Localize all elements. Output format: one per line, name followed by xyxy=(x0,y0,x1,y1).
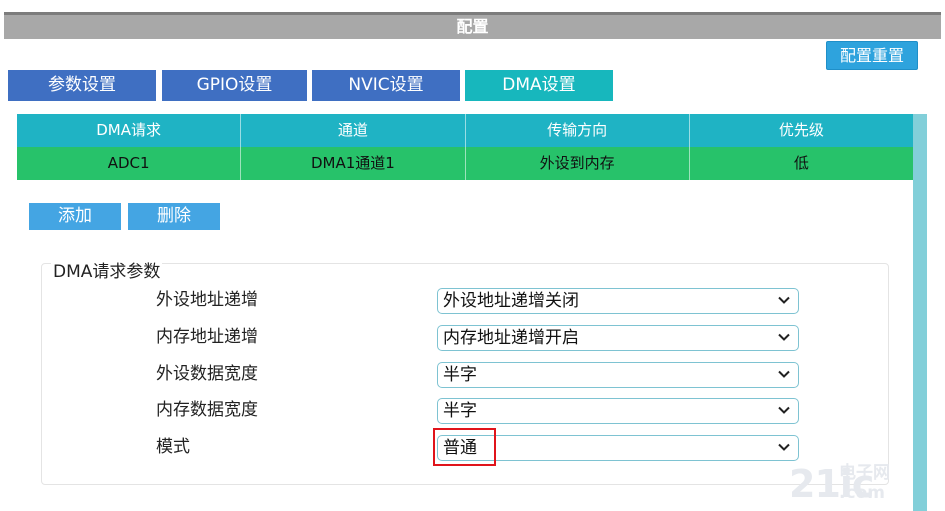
delete-button[interactable]: 删除 xyxy=(128,203,220,230)
column-header-dma-request: DMA请求 xyxy=(17,114,242,147)
watermark-logo-text-top: 电子网 xyxy=(839,463,890,483)
add-button[interactable]: 添加 xyxy=(29,203,121,230)
tab-gpio-settings[interactable]: GPIO设置 xyxy=(162,70,307,101)
tab-nvic-settings[interactable]: NVIC设置 xyxy=(312,70,460,101)
mem-inc-value: 内存地址递增开启 xyxy=(443,328,579,348)
mode-select[interactable]: 普通 xyxy=(437,435,799,461)
mem-width-select[interactable]: 半字 xyxy=(437,398,799,424)
field-label-mode: 模式 xyxy=(156,437,190,457)
mem-inc-select[interactable]: 内存地址递增开启 xyxy=(437,325,799,351)
tab-dma-settings[interactable]: DMA设置 xyxy=(465,70,613,101)
column-header-channel: 通道 xyxy=(241,114,466,147)
field-label-periph-width: 外设数据宽度 xyxy=(156,364,258,384)
cell-priority: 低 xyxy=(793,154,809,172)
column-header-direction: 传输方向 xyxy=(466,114,690,147)
vertical-scrollbar[interactable] xyxy=(913,114,927,511)
mem-width-value: 半字 xyxy=(443,401,477,421)
dma-config-window: 配置 配置重置 参数设置 GPIO设置 NVIC设置 DMA设置 DMA请求 通… xyxy=(0,0,945,511)
periph-inc-select[interactable]: 外设地址递增关闭 xyxy=(437,288,799,314)
field-label-mem-inc: 内存地址递增 xyxy=(156,327,258,347)
table-header: DMA请求 通道 传输方向 优先级 xyxy=(17,114,913,147)
chevron-down-icon xyxy=(778,333,790,341)
scrollbar-thumb[interactable] xyxy=(913,114,927,511)
column-header-priority: 优先级 xyxy=(778,121,824,139)
chevron-down-icon xyxy=(778,370,790,378)
table-row[interactable]: ADC1 DMA1通道1 外设到内存 低 xyxy=(17,147,913,180)
periph-width-value: 半字 xyxy=(443,365,477,385)
window-title: 配置 xyxy=(4,15,941,39)
chevron-down-icon xyxy=(778,406,790,414)
watermark-logo-text-bottom: .com xyxy=(839,483,885,503)
mode-value: 普通 xyxy=(443,438,477,458)
tab-param-settings[interactable]: 参数设置 xyxy=(8,70,156,101)
cell-dma-request: ADC1 xyxy=(17,147,242,180)
chevron-down-icon xyxy=(778,443,790,451)
periph-inc-value: 外设地址递增关闭 xyxy=(443,291,579,311)
chevron-down-icon xyxy=(778,296,790,304)
cell-channel: DMA1通道1 xyxy=(241,147,466,180)
field-label-mem-width: 内存数据宽度 xyxy=(156,400,258,420)
config-reset-button[interactable]: 配置重置 xyxy=(826,41,918,70)
field-label-periph-inc: 外设地址递增 xyxy=(156,290,258,310)
periph-width-select[interactable]: 半字 xyxy=(437,362,799,388)
cell-direction: 外设到内存 xyxy=(466,147,690,180)
dma-params-legend: DMA请求参数 xyxy=(51,261,163,283)
